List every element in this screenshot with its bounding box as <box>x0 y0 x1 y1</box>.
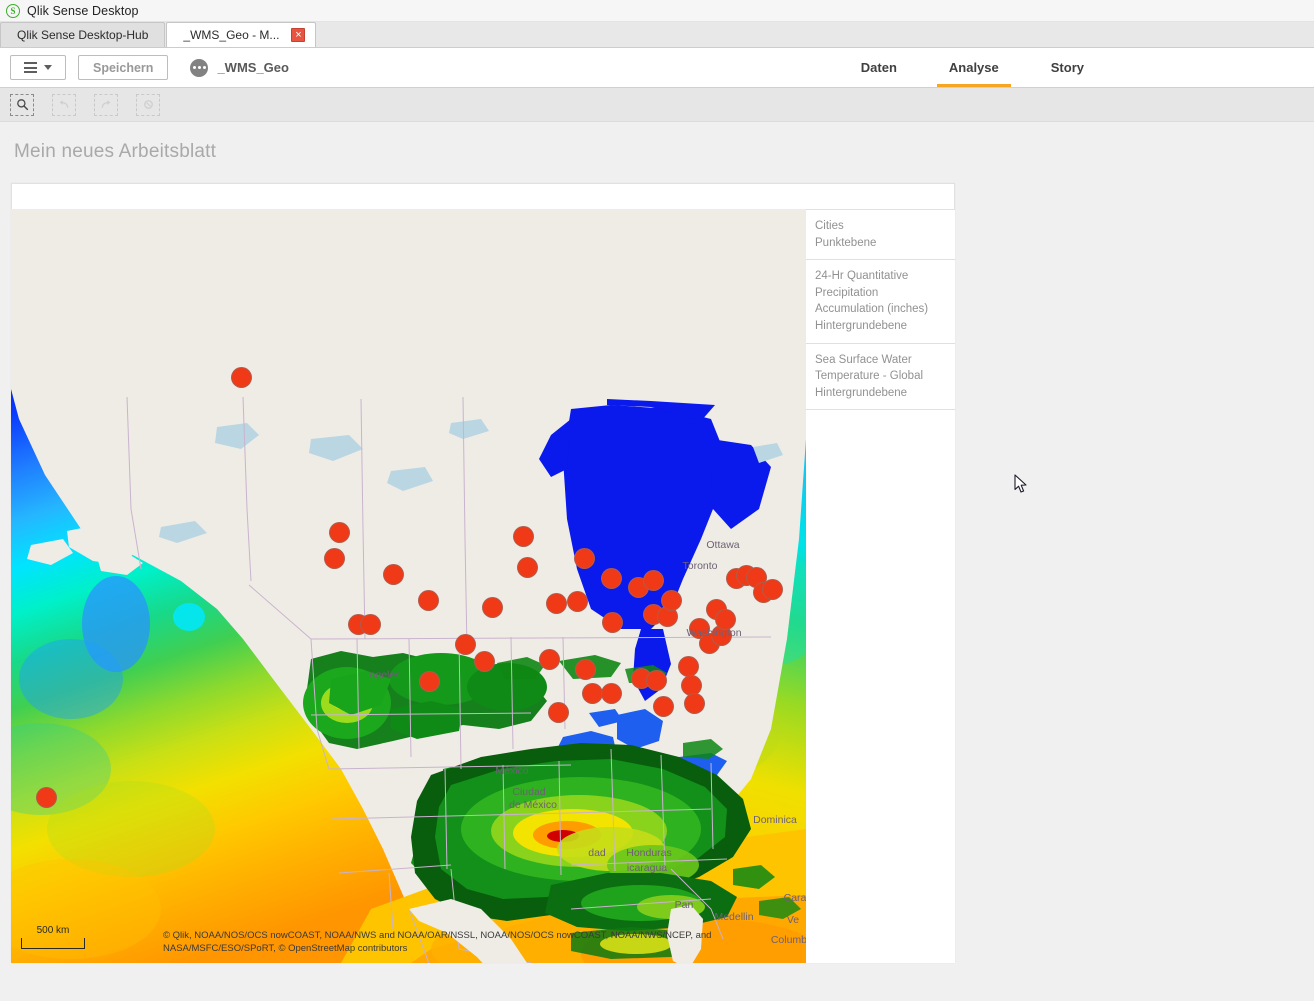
chevron-down-icon <box>44 65 52 70</box>
legend-title: Sea Surface Water Temperature - Global <box>815 353 924 383</box>
qlik-s-logo-icon: S <box>6 3 20 18</box>
map-place-label: Pan <box>674 899 694 911</box>
redo-arrow-icon <box>101 100 111 108</box>
app-title: _WMS_Geo <box>217 60 289 75</box>
tab-label: _WMS_Geo - M... <box>183 28 280 42</box>
map-attribution: © Qlik, NOAA/NOS/OCS nowCOAST, NOAA/NWS … <box>163 930 712 954</box>
tab-wms-geo[interactable]: _WMS_Geo - M... × <box>166 22 317 47</box>
selection-toolbar <box>0 88 1314 122</box>
app-identity: _WMS_Geo <box>190 58 289 77</box>
legend-item-sea-surface-temperature[interactable]: Sea Surface Water Temperature - Global H… <box>806 344 955 411</box>
map-place-label: Medellin <box>714 911 754 923</box>
magnifier-selections-icon <box>16 99 28 111</box>
map-chart[interactable]: Ottawa Toronto Washington México Ciudad de Mé… <box>11 209 806 963</box>
map-place-labels: Ottawa Toronto Washington México Ciudad de Mé… <box>11 209 806 963</box>
map-scale-bar: 500 km <box>21 925 85 949</box>
legend-subtitle: Hintergrundebene <box>815 319 908 332</box>
app-header: Speichern _WMS_Geo Daten Analyse Story <box>0 48 1314 88</box>
tab-label: Qlik Sense Desktop-Hub <box>17 28 149 42</box>
map-place-label: ngeles <box>369 669 401 681</box>
tab-daten[interactable]: Daten <box>835 48 923 87</box>
legend-subtitle: Hintergrundebene <box>815 386 908 399</box>
window-title-bar: S Qlik Sense Desktop <box>0 0 1314 22</box>
window-title: Qlik Sense Desktop <box>27 3 139 18</box>
map-place-label: icaragua <box>626 862 668 874</box>
map-place-label: Ve <box>786 914 800 926</box>
legend-subtitle: Punktebene <box>815 236 877 249</box>
legend-item-precipitation[interactable]: 24-Hr Quantitative Precipitation Accumul… <box>806 260 955 344</box>
map-place-label: México <box>495 765 529 777</box>
map-place-label: Washington <box>686 627 742 639</box>
app-dots-avatar-icon <box>190 58 209 77</box>
step-back-button[interactable] <box>52 93 76 116</box>
global-menu-button[interactable] <box>10 55 66 80</box>
save-button[interactable]: Speichern <box>78 55 169 80</box>
undo-arrow-icon <box>59 100 69 108</box>
clear-selections-button[interactable] <box>136 93 160 116</box>
legend-title: Cities <box>815 220 844 232</box>
tab-story[interactable]: Story <box>1025 48 1110 87</box>
map-place-label: Dominica <box>753 814 797 826</box>
legend-item-cities[interactable]: Cities Punktebene <box>806 209 955 261</box>
map-place-label: Honduras <box>626 847 672 859</box>
tab-qlik-sense-desktop-hub[interactable]: Qlik Sense Desktop-Hub <box>0 22 166 47</box>
hamburger-menu-icon <box>24 62 37 73</box>
legend-title: 24-Hr Quantitative Precipitation Accumul… <box>815 270 929 316</box>
map-place-label: dad <box>588 847 606 859</box>
map-scale-label: 500 km <box>36 925 70 936</box>
step-forward-button[interactable] <box>94 93 118 116</box>
top-navigation: Daten Analyse Story <box>835 48 1314 87</box>
map-place-label: Toronto <box>682 560 718 572</box>
clear-circle-icon <box>143 100 153 109</box>
page-title: Mein neues Arbeitsblatt <box>14 141 217 162</box>
map-place-label: Ciudad <box>512 786 546 798</box>
selections-tool-button[interactable] <box>10 93 34 116</box>
map-layer-legend: Cities Punktebene 24-Hr Quantitative Pre… <box>806 209 955 963</box>
map-place-label: Cara <box>783 892 806 904</box>
tab-strip: Qlik Sense Desktop-Hub _WMS_Geo - M... × <box>0 22 1314 48</box>
map-place-label: de México <box>509 799 557 811</box>
tab-analyse[interactable]: Analyse <box>923 48 1025 87</box>
map-place-label: Ottawa <box>706 539 740 551</box>
close-icon[interactable]: × <box>291 28 306 42</box>
arrow-cursor-icon <box>1014 474 1027 493</box>
